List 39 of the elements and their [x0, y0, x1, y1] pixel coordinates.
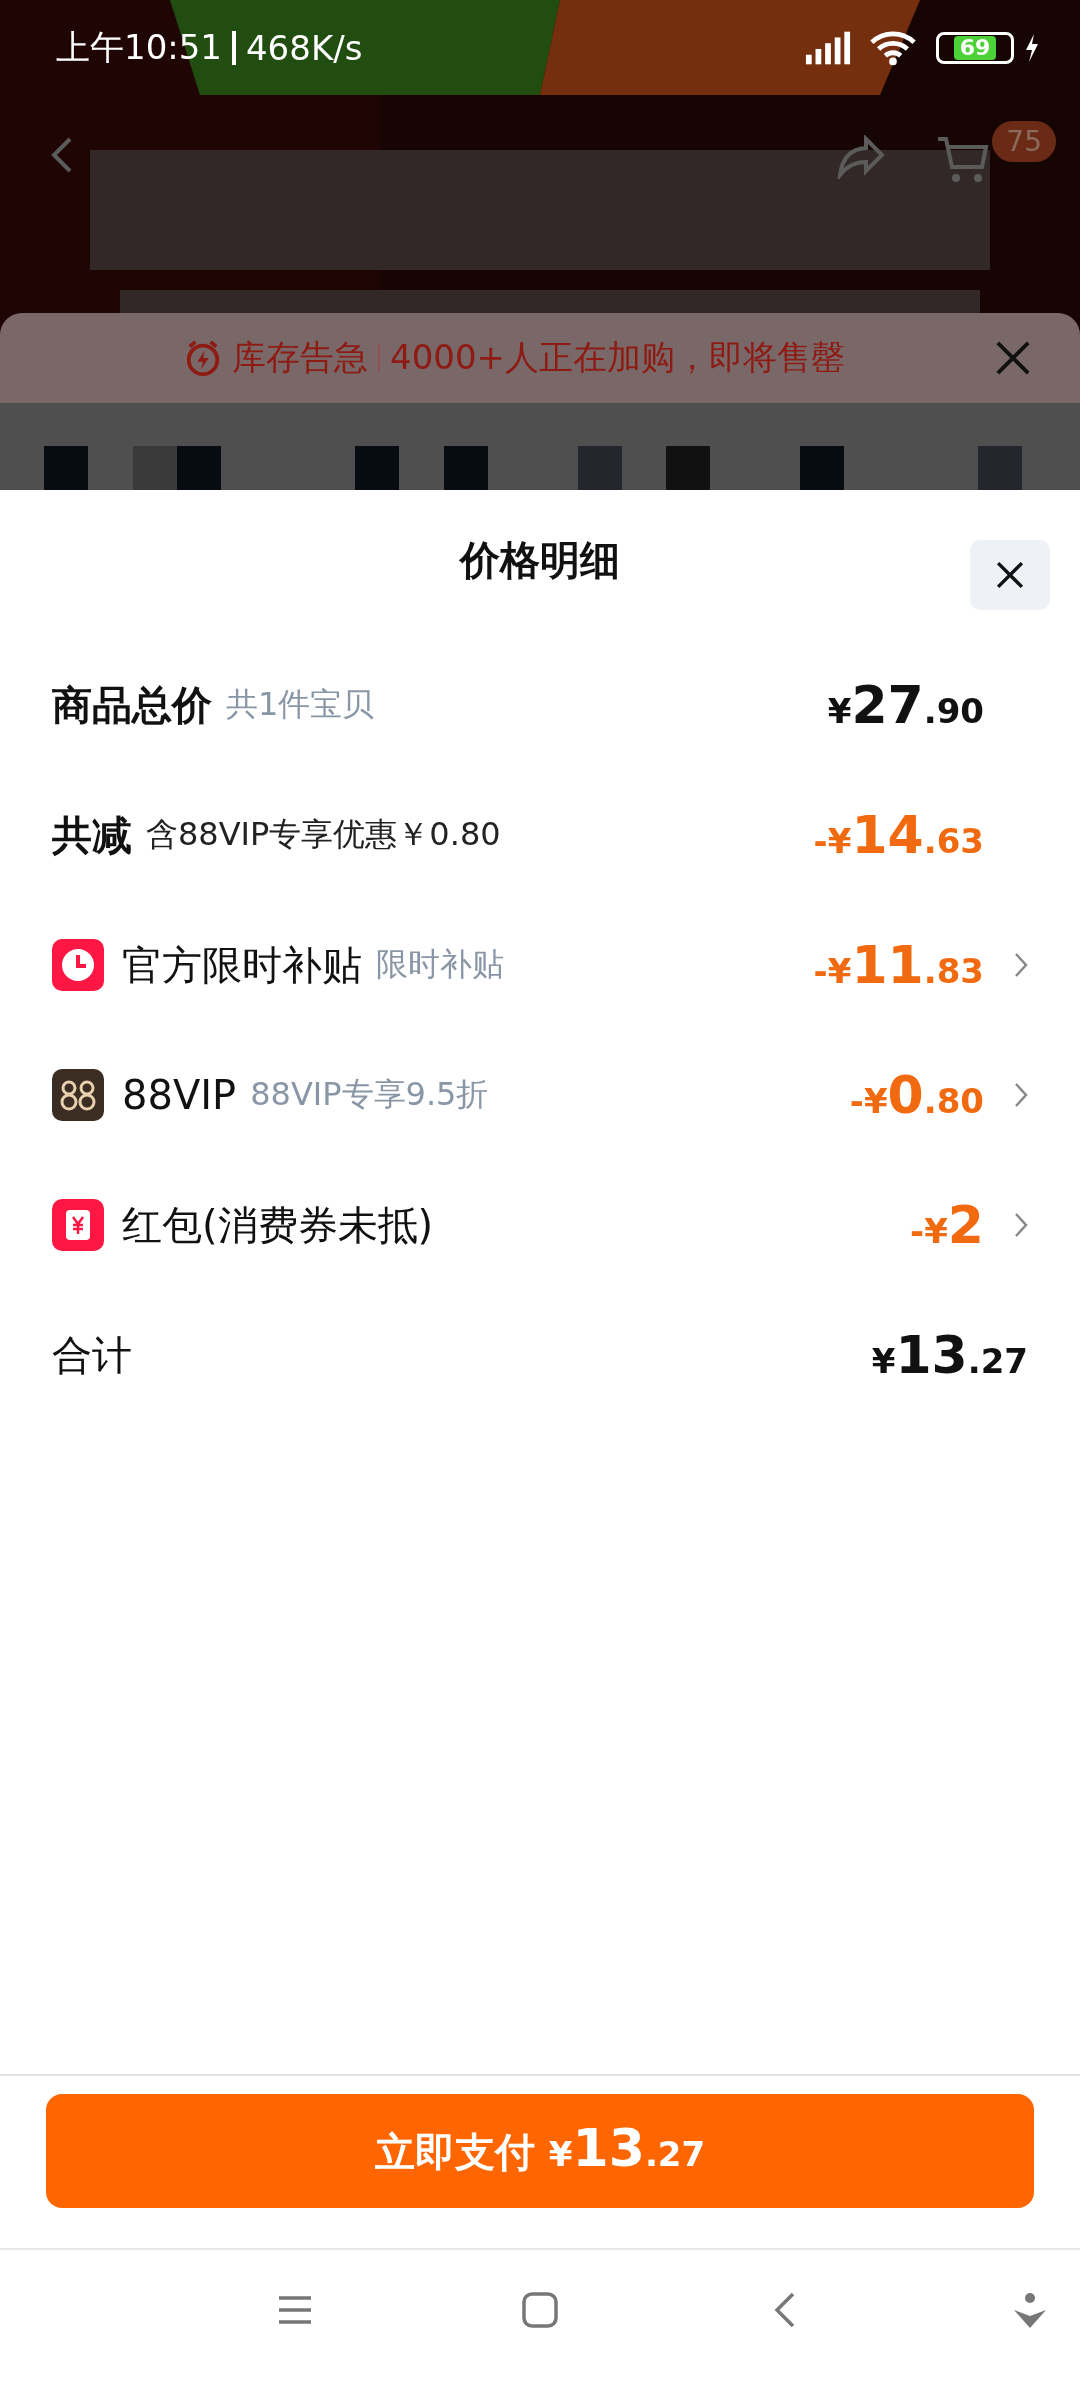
total-label: 合计 [52, 1330, 132, 1380]
chevron-icon[interactable] [1014, 1212, 1028, 1238]
row-note: 88VIP专享9.5折 [250, 1074, 489, 1115]
row-label: 共减 [52, 810, 132, 860]
network-speed: 468K/s [246, 27, 363, 68]
row-label: 官方限时补贴 [122, 940, 362, 990]
status-time: 上午10:51 [56, 25, 222, 69]
vip-badge-icon [52, 1069, 104, 1121]
row-note: 共1件宝贝 [226, 684, 375, 725]
chevron-icon[interactable] [1014, 952, 1028, 978]
signal-icon [804, 30, 852, 65]
row-label: 88VIP [122, 1072, 237, 1118]
row-label: 商品总价 [52, 680, 212, 730]
share-icon[interactable] [836, 135, 886, 179]
clock-icon [52, 939, 104, 991]
sheet-title: 价格明细 [460, 535, 620, 585]
alert-message: 4000+人正在加购，即将售罄 [390, 336, 845, 379]
close-icon[interactable] [994, 339, 1032, 377]
row-amount: ¥27.90 [827, 675, 984, 735]
alert-tag: 库存告急 [232, 335, 368, 381]
chevron-icon[interactable] [1014, 1082, 1028, 1108]
back-icon[interactable] [50, 135, 74, 175]
row-note: 含88VIP专享优惠￥0.80 [146, 814, 501, 855]
total-amount: ¥13.27 [871, 1325, 1028, 1385]
row-amount: -¥0.80 [849, 1065, 984, 1125]
cart-icon[interactable] [936, 135, 990, 185]
charging-icon [1024, 33, 1040, 62]
close-button[interactable] [970, 540, 1050, 610]
battery-icon: 69 [936, 31, 1014, 64]
home-icon[interactable] [520, 2290, 560, 2330]
row-amount: -¥14.63 [813, 805, 984, 865]
row-amount: -¥11.83 [813, 935, 984, 995]
lightning-clock-icon [184, 339, 222, 377]
pay-button[interactable]: 立即支付 ¥13.27 [46, 2094, 1034, 2208]
envelope-icon [52, 1199, 104, 1251]
row-label: 红包(消费券未抵) [122, 1200, 434, 1250]
row-amount: -¥2 [910, 1195, 984, 1255]
wifi-icon [870, 29, 916, 66]
row-note: 限时补贴 [376, 944, 504, 985]
